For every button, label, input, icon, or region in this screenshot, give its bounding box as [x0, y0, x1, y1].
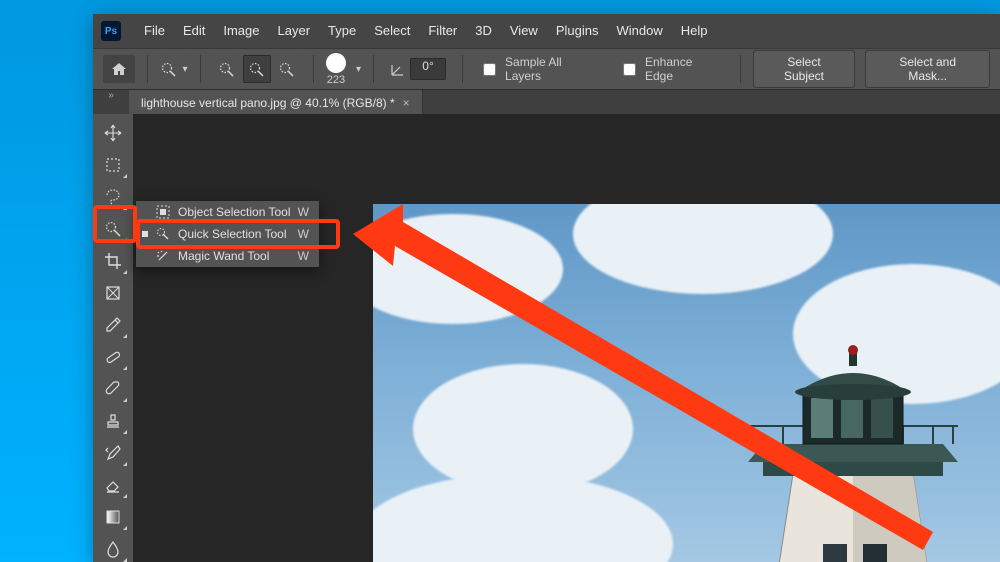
brush-tool[interactable]: [97, 374, 129, 404]
divider: [373, 55, 374, 83]
chevron-down-icon[interactable]: ▾: [356, 64, 361, 75]
document-tab-bar: » lighthouse vertical pano.jpg @ 40.1% (…: [93, 90, 1000, 117]
stamp-icon: [104, 412, 122, 430]
lasso-tool[interactable]: [97, 182, 129, 212]
lighthouse-drawing: [703, 344, 1000, 562]
flyout-item-object-selection[interactable]: Object Selection Tool W: [136, 201, 319, 223]
bandage-icon: [104, 348, 122, 366]
divider: [147, 55, 148, 83]
add-selection-icon: [248, 61, 266, 77]
flyout-item-shortcut: W: [298, 205, 313, 219]
eraser-icon: [104, 476, 122, 494]
menu-layer[interactable]: Layer: [269, 14, 320, 48]
checkbox-icon[interactable]: [483, 63, 496, 76]
object-selection-icon: [154, 205, 172, 219]
active-indicator-icon: [142, 231, 148, 237]
menu-select[interactable]: Select: [365, 14, 419, 48]
quick-selection-icon: [154, 227, 172, 241]
menu-plugins[interactable]: Plugins: [547, 14, 608, 48]
select-and-mask-button[interactable]: Select and Mask...: [865, 50, 990, 88]
eyedropper-tool[interactable]: [97, 310, 129, 340]
crop-tool[interactable]: [97, 246, 129, 276]
menu-type[interactable]: Type: [319, 14, 365, 48]
angle-input[interactable]: 0°: [410, 58, 446, 80]
new-selection-icon: [218, 61, 236, 77]
close-icon[interactable]: ×: [403, 96, 410, 110]
enhance-edge-checkbox[interactable]: Enhance Edge: [615, 55, 728, 83]
history-tool[interactable]: [97, 438, 129, 468]
frame-tool[interactable]: [97, 278, 129, 308]
menu-edit[interactable]: Edit: [174, 14, 214, 48]
enhance-edge-label: Enhance Edge: [645, 55, 724, 83]
divider: [462, 55, 463, 83]
photoshop-logo: Ps: [101, 21, 121, 41]
move-tool[interactable]: [97, 118, 129, 148]
flyout-item-shortcut: W: [298, 227, 313, 241]
flyout-item-magic-wand[interactable]: Magic Wand Tool W: [136, 245, 319, 267]
new-selection-button[interactable]: [213, 55, 241, 83]
crop-icon: [104, 252, 122, 270]
menu-bar: Ps File Edit Image Layer Type Select Fil…: [93, 14, 1000, 48]
subtract-selection-icon: [278, 61, 296, 77]
brush-icon: [104, 380, 122, 398]
tool-preset-picker[interactable]: ▾: [160, 55, 188, 83]
flyout-item-label: Magic Wand Tool: [178, 249, 292, 263]
document-tab-title: lighthouse vertical pano.jpg @ 40.1% (RG…: [141, 96, 395, 110]
divider: [740, 55, 741, 83]
panel-handle-icon[interactable]: »: [101, 90, 121, 101]
gradient-tool[interactable]: [97, 502, 129, 532]
move-icon: [104, 124, 122, 142]
menu-file[interactable]: File: [135, 14, 174, 48]
document-image: [373, 204, 1000, 562]
menu-help[interactable]: Help: [672, 14, 717, 48]
angle-icon: [390, 61, 406, 77]
eyedropper-icon: [104, 316, 122, 334]
select-subject-button[interactable]: Select Subject: [753, 50, 856, 88]
menu-view[interactable]: View: [501, 14, 547, 48]
flyout-item-label: Object Selection Tool: [178, 205, 292, 219]
document-tab[interactable]: lighthouse vertical pano.jpg @ 40.1% (RG…: [129, 90, 423, 116]
flyout-item-shortcut: W: [298, 249, 313, 263]
add-to-selection-button[interactable]: [243, 55, 271, 83]
healing-tool[interactable]: [97, 342, 129, 372]
sample-all-label: Sample All Layers: [505, 55, 601, 83]
checkbox-icon[interactable]: [623, 63, 636, 76]
marquee-icon: [105, 157, 121, 173]
photoshop-window: Ps File Edit Image Layer Type Select Fil…: [93, 14, 1000, 562]
gradient-icon: [105, 509, 121, 525]
brush-preview-icon: [326, 53, 346, 73]
brush-size-picker[interactable]: 223: [326, 53, 346, 86]
stamp-tool[interactable]: [97, 406, 129, 436]
marquee-tool[interactable]: [97, 150, 129, 180]
history-brush-icon: [104, 444, 122, 462]
options-bar: ▾ 223 ▾: [93, 48, 1000, 90]
quick-selection-icon: [104, 220, 122, 238]
drop-icon: [105, 540, 121, 558]
brush-angle: 0°: [386, 58, 450, 80]
menu-image[interactable]: Image: [214, 14, 268, 48]
subtract-selection-button[interactable]: [273, 55, 301, 83]
quick-select-tool[interactable]: [97, 214, 129, 244]
lasso-icon: [104, 188, 122, 206]
menu-3d[interactable]: 3D: [466, 14, 501, 48]
quick-selection-icon: [160, 61, 180, 77]
canvas-area[interactable]: Object Selection Tool W Quick Selection …: [133, 114, 1000, 562]
divider: [313, 55, 314, 83]
menu-window[interactable]: Window: [607, 14, 671, 48]
home-button[interactable]: [103, 55, 135, 83]
brush-size-value: 223: [327, 75, 345, 86]
flyout-item-quick-selection[interactable]: Quick Selection Tool W: [136, 223, 319, 245]
menu-filter[interactable]: Filter: [419, 14, 466, 48]
sample-all-layers-checkbox[interactable]: Sample All Layers: [475, 55, 605, 83]
divider: [200, 55, 201, 83]
flyout-item-label: Quick Selection Tool: [178, 227, 292, 241]
eraser-tool[interactable]: [97, 470, 129, 500]
blur-tool[interactable]: [97, 534, 129, 562]
home-icon: [111, 62, 127, 76]
selection-tool-flyout: Object Selection Tool W Quick Selection …: [136, 201, 319, 267]
magic-wand-icon: [154, 249, 172, 263]
frame-icon: [105, 285, 121, 301]
tool-bar: [93, 114, 133, 562]
